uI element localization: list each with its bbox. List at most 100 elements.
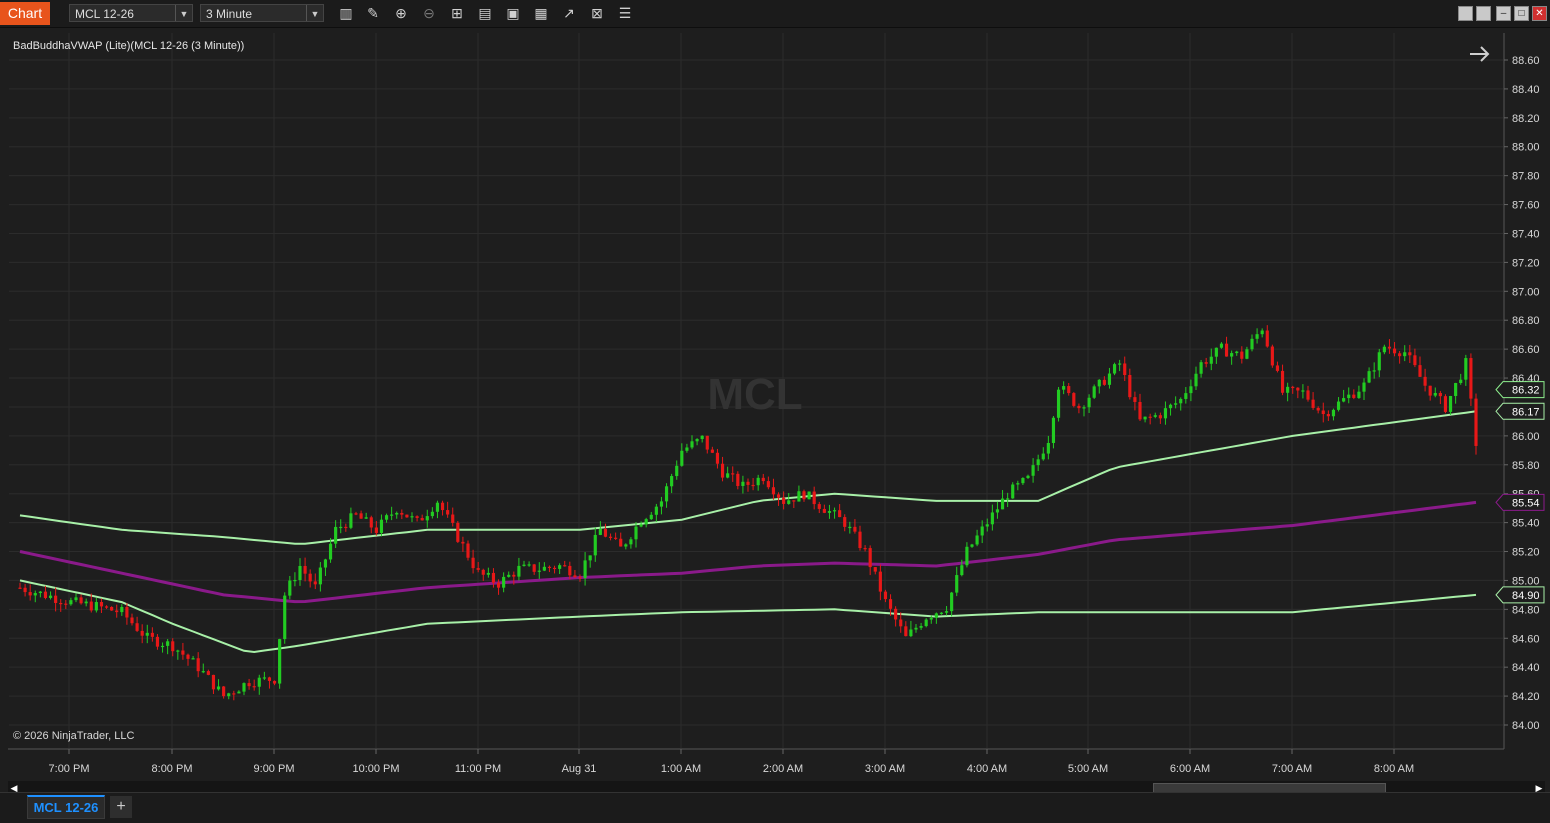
candle-body bbox=[929, 617, 933, 620]
time-tick-label: 5:00 AM bbox=[1068, 763, 1108, 775]
candle-body bbox=[502, 576, 506, 588]
candle-body bbox=[359, 513, 363, 519]
crosshair-icon[interactable]: ⊞ bbox=[447, 4, 467, 22]
candle-body bbox=[990, 512, 994, 525]
candle-body bbox=[746, 481, 750, 485]
candle-body bbox=[1255, 334, 1259, 339]
candle-body bbox=[659, 501, 664, 507]
chart-toolbar: Chart MCL 12-26 ▼ 3 Minute ▼ ▥ ✎ ⊕ ⊖ ⊞ ▤… bbox=[0, 0, 1550, 28]
price-tick-label: 84.00 bbox=[1512, 720, 1540, 732]
chevron-down-icon[interactable]: ▼ bbox=[175, 5, 192, 21]
candle-body bbox=[1214, 347, 1218, 357]
candle-body bbox=[349, 513, 353, 528]
candle-body bbox=[18, 587, 22, 589]
chart-window-label[interactable]: Chart bbox=[0, 2, 50, 25]
candle-body bbox=[878, 571, 882, 592]
candle-body bbox=[573, 575, 577, 578]
candle-body bbox=[975, 535, 979, 545]
candle-body bbox=[944, 611, 949, 613]
candle-body bbox=[1174, 403, 1178, 405]
candle-body bbox=[496, 582, 501, 588]
candle-body bbox=[1179, 398, 1183, 404]
candle-body bbox=[583, 560, 587, 578]
chart-trader-icon[interactable]: ⊠ bbox=[587, 4, 607, 22]
indicators-icon[interactable]: ↗ bbox=[559, 4, 579, 22]
candle-body bbox=[1250, 338, 1254, 350]
candle-body bbox=[293, 580, 297, 582]
properties-icon[interactable]: ☰ bbox=[615, 4, 635, 22]
chevron-down-icon[interactable]: ▼ bbox=[306, 5, 323, 21]
close-icon[interactable]: ✕ bbox=[1532, 6, 1547, 21]
template-icon[interactable]: ▣ bbox=[503, 4, 523, 22]
instrument-selector[interactable]: MCL 12-26 ▼ bbox=[69, 4, 193, 22]
tile-window-icon-2[interactable] bbox=[1476, 6, 1491, 21]
candle-body bbox=[481, 569, 485, 575]
candle-body bbox=[1408, 352, 1412, 356]
candle-body bbox=[1082, 407, 1086, 409]
candle-body bbox=[1209, 356, 1213, 364]
candle-body bbox=[308, 573, 312, 582]
candle-body bbox=[1056, 389, 1061, 418]
draw-pencil-icon[interactable]: ✎ bbox=[363, 4, 383, 22]
candle-body bbox=[1382, 346, 1386, 353]
candle-body bbox=[822, 508, 826, 513]
price-tick-label: 86.00 bbox=[1512, 431, 1540, 443]
candle-body bbox=[440, 502, 445, 511]
candle-body bbox=[1189, 386, 1193, 394]
upper-band-line bbox=[19, 410, 1477, 545]
candle-body bbox=[782, 497, 786, 504]
candle-body bbox=[181, 650, 185, 655]
price-chart[interactable]: MCL 88.60 88.40 88.20 88.00 87.80 87.60 87.40 8… bbox=[0, 27, 1550, 807]
candle-body bbox=[1184, 393, 1188, 399]
candle-body bbox=[390, 514, 394, 516]
tile-window-icon[interactable] bbox=[1458, 6, 1473, 21]
candle-body bbox=[247, 683, 251, 687]
candle-body bbox=[1102, 379, 1106, 385]
candle-body bbox=[1301, 390, 1305, 392]
candle-body bbox=[491, 572, 496, 583]
candle-body bbox=[1286, 386, 1290, 393]
maximize-icon[interactable]: □ bbox=[1514, 6, 1529, 21]
candle-body bbox=[328, 543, 333, 560]
zoom-out-icon[interactable]: ⊖ bbox=[419, 4, 439, 22]
candle-body bbox=[283, 595, 287, 640]
time-tick-label: Aug 31 bbox=[562, 763, 597, 775]
zoom-in-icon[interactable]: ⊕ bbox=[391, 4, 411, 22]
candle-body bbox=[1123, 363, 1127, 375]
candle-body bbox=[1072, 393, 1076, 406]
candle-body bbox=[720, 463, 725, 478]
interval-selector[interactable]: 3 Minute ▼ bbox=[200, 4, 324, 22]
candle-body bbox=[1443, 396, 1448, 412]
candle-body bbox=[1199, 362, 1203, 374]
candle-body bbox=[84, 601, 88, 604]
candle-body bbox=[267, 677, 272, 681]
bar-type-icon[interactable]: ▥ bbox=[336, 4, 356, 22]
candle-body bbox=[1296, 387, 1300, 391]
candle-body bbox=[624, 544, 628, 547]
candle-body bbox=[130, 617, 134, 624]
candle-body bbox=[1087, 397, 1091, 408]
tab-mcl-12-26[interactable]: MCL 12-26 bbox=[27, 795, 105, 819]
candle-body bbox=[191, 658, 195, 660]
candle-body bbox=[1291, 386, 1295, 389]
candle-body bbox=[919, 626, 923, 628]
candle-body bbox=[807, 491, 811, 500]
price-tick-label: 85.80 bbox=[1512, 460, 1540, 472]
candle-body bbox=[1092, 386, 1096, 398]
candle-body bbox=[853, 526, 857, 532]
candle-body bbox=[298, 565, 302, 581]
candle-body bbox=[1352, 394, 1356, 398]
strategies-icon[interactable]: ▦ bbox=[531, 4, 551, 22]
candle-body bbox=[1219, 343, 1224, 348]
price-tick-label: 85.20 bbox=[1512, 547, 1540, 559]
candle-body bbox=[603, 529, 608, 537]
price-tick-label: 88.40 bbox=[1512, 84, 1540, 96]
minimize-icon[interactable]: – bbox=[1496, 6, 1511, 21]
candle-body bbox=[970, 544, 974, 547]
candle-body bbox=[1097, 379, 1101, 387]
data-box-icon[interactable]: ▤ bbox=[475, 4, 495, 22]
candle-body bbox=[334, 526, 338, 544]
scroll-right-arrow-icon[interactable] bbox=[1470, 46, 1490, 62]
candle-body bbox=[568, 565, 572, 576]
add-tab-button[interactable]: + bbox=[110, 796, 132, 818]
